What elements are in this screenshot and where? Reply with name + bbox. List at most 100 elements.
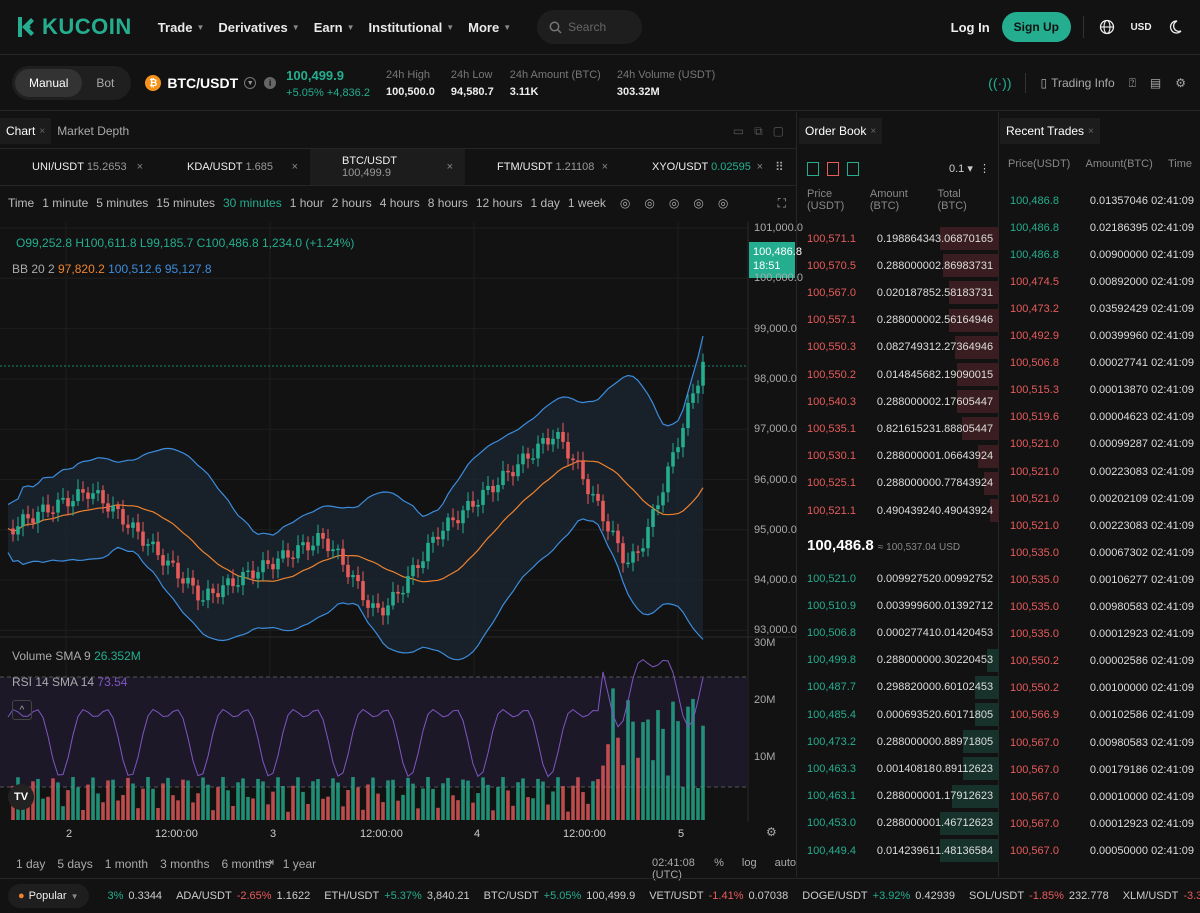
nav-derivatives[interactable]: Derivatives ▼ — [218, 20, 299, 35]
search-input[interactable]: Search — [537, 10, 643, 44]
timeframe-4[interactable]: 30 minutes — [223, 196, 282, 210]
ask-row[interactable]: 100,550.3 0.08274931 2.27364946 — [799, 334, 999, 361]
close-icon[interactable]: × — [292, 161, 298, 173]
nav-institutional[interactable]: Institutional ▼ — [369, 20, 455, 35]
goto-date-icon[interactable]: ⇥ — [264, 855, 274, 869]
close-icon[interactable]: × — [870, 126, 876, 137]
nav-earn[interactable]: Earn ▼ — [314, 20, 355, 35]
fullscreen-icon[interactable]: ⛶ — [778, 196, 786, 211]
layout-icon[interactable]: ▤ — [1150, 76, 1161, 90]
mode-manual[interactable]: Manual — [15, 69, 83, 97]
tab-market-depth[interactable]: Market Depth — [51, 118, 135, 144]
grid-icon[interactable]: ⠿ — [775, 149, 797, 185]
timeframe-7[interactable]: 4 hours — [380, 196, 420, 210]
timeframe-8[interactable]: 8 hours — [428, 196, 468, 210]
bid-row[interactable]: 100,463.3 0.00140818 0.89112623 — [799, 755, 999, 782]
view-bids-icon[interactable] — [847, 162, 859, 176]
timeframe-2[interactable]: 5 minutes — [96, 196, 148, 210]
camera-icon[interactable]: ◎ — [718, 196, 728, 210]
ticker-item[interactable]: DOGE/USDT +3.92% 0.42939 — [802, 890, 955, 902]
ticker-item[interactable]: ADA/USDT -2.65% 1.1622 — [176, 890, 310, 902]
bid-row[interactable]: 100,487.7 0.29882000 0.60102453 — [799, 674, 999, 701]
range-5[interactable]: 1 year — [283, 857, 316, 871]
view-both-icon[interactable] — [807, 162, 819, 176]
pair-selector[interactable]: ₿ BTC/USDT ▼ — [145, 75, 257, 91]
ask-row[interactable]: 100,540.3 0.28800000 2.17605447 — [799, 388, 999, 415]
nav-more[interactable]: More ▼ — [468, 20, 511, 35]
nav-trade[interactable]: Trade ▼ — [158, 20, 205, 35]
list-icon[interactable]: ◎ — [669, 196, 679, 210]
signup-button[interactable]: Sign Up — [1001, 12, 1071, 42]
ticker-item[interactable]: BTC/USDT +5.05% 100,499.9 — [484, 890, 636, 902]
bid-row[interactable]: 100,463.1 0.28800000 1.17912623 — [799, 783, 999, 810]
chevron-down-icon[interactable]: ▼ — [244, 77, 257, 89]
close-icon[interactable]: × — [39, 126, 45, 137]
theme-toggle-icon[interactable] — [1164, 16, 1186, 38]
range-2[interactable]: 1 month — [105, 857, 148, 871]
ticker-item[interactable]: 3% 0.3344 — [103, 890, 163, 902]
symbol-tab-uni[interactable]: UNI/USDT 15.2653 × — [0, 149, 155, 185]
template-icon[interactable]: ◎ — [644, 196, 654, 210]
ask-row[interactable]: 100,571.1 0.19886434 3.06870165 — [799, 225, 999, 252]
ticker-item[interactable]: XLM/USDT-3.39%0.4895 — [1123, 890, 1200, 902]
login-link[interactable]: Log In — [951, 20, 990, 35]
collapse-indicator-icon[interactable]: ^ — [12, 700, 32, 720]
chart-settings-icon[interactable]: ⚙ — [766, 825, 777, 839]
indicator-icon[interactable]: ◎ — [620, 196, 630, 210]
popular-dropdown[interactable]: ● Popular ▼ — [8, 884, 89, 908]
ask-row[interactable]: 100,567.0 0.02018785 2.58183731 — [799, 279, 999, 306]
timeframe-3[interactable]: 15 minutes — [156, 196, 215, 210]
close-icon[interactable]: × — [602, 161, 608, 173]
symbol-tab-btc[interactable]: BTC/USDT 100,499.9 × — [310, 149, 465, 185]
timeframe-9[interactable]: 12 hours — [476, 196, 523, 210]
candlestick-chart[interactable] — [0, 222, 797, 822]
ask-row[interactable]: 100,557.1 0.28800000 2.56164946 — [799, 307, 999, 334]
mode-bot[interactable]: Bot — [82, 69, 128, 97]
bid-row[interactable]: 100,449.4 0.01423961 1.48136584 — [799, 837, 999, 864]
ask-row[interactable]: 100,525.1 0.28800000 0.77843924 — [799, 470, 999, 497]
settings-icon[interactable]: ⚙ — [1175, 76, 1186, 90]
ask-row[interactable]: 100,535.1 0.82161523 1.88805447 — [799, 415, 999, 442]
help-icon[interactable]: ⍰ — [1129, 76, 1136, 91]
range-0[interactable]: 1 day — [16, 857, 45, 871]
timeframe-10[interactable]: 1 day — [531, 196, 560, 210]
ask-row[interactable]: 100,530.1 0.28800000 1.06643924 — [799, 443, 999, 470]
precision-select[interactable]: 0.1 ▾ ⋮ — [949, 162, 990, 175]
bid-row[interactable]: 100,453.0 0.28800000 1.46712623 — [799, 810, 999, 837]
view-asks-icon[interactable] — [827, 162, 839, 176]
symbol-tab-ftm[interactable]: FTM/USDT 1.21108 × — [465, 149, 620, 185]
close-icon[interactable]: × — [447, 161, 453, 173]
tab-order-book[interactable]: Order Book × — [799, 118, 883, 144]
bid-row[interactable]: 100,499.8 0.28800000 0.30220453 — [799, 647, 999, 674]
symbol-tab-xyo[interactable]: XYO/USDT 0.02595 × — [620, 149, 775, 185]
bid-row[interactable]: 100,510.9 0.00399960 0.01392712 — [799, 592, 999, 619]
bid-row[interactable]: 100,521.0 0.00992752 0.00992752 — [799, 565, 999, 592]
ticker-item[interactable]: SOL/USDT -1.85% 232.778 — [969, 890, 1109, 902]
ticker-item[interactable]: ETH/USDT +5.37% 3,840.21 — [324, 890, 469, 902]
close-icon[interactable]: × — [1088, 126, 1094, 137]
range-1[interactable]: 5 days — [57, 857, 92, 871]
range-3[interactable]: 3 months — [160, 857, 209, 871]
popout-icon[interactable]: ⧉ — [754, 124, 763, 139]
timeframe-1[interactable]: 1 minute — [42, 196, 88, 210]
timeframe-6[interactable]: 2 hours — [332, 196, 372, 210]
close-icon[interactable]: × — [757, 161, 763, 173]
ask-row[interactable]: 100,521.1 0.49043924 0.49043924 — [799, 497, 999, 524]
timeframe-11[interactable]: 1 week — [568, 196, 606, 210]
currency-selector[interactable]: USD — [1130, 16, 1152, 38]
ask-row[interactable]: 100,570.5 0.28800000 2.86983731 — [799, 252, 999, 279]
trading-info-link[interactable]: ▯ Trading Info — [1040, 76, 1114, 90]
globe-icon[interactable] — [1096, 16, 1118, 38]
ask-row[interactable]: 100,550.2 0.01484568 2.19090015 — [799, 361, 999, 388]
ticker-item[interactable]: VET/USDT -1.41% 0.07038 — [649, 890, 788, 902]
maximize-icon[interactable]: ▢ — [773, 124, 784, 139]
kucoin-logo[interactable]: KUCOIN — [16, 14, 132, 40]
bid-row[interactable]: 100,506.8 0.00027741 0.01420453 — [799, 619, 999, 646]
info-icon[interactable]: i — [264, 77, 277, 89]
symbol-tab-kda[interactable]: KDA/USDT 1.685 × — [155, 149, 310, 185]
close-icon[interactable]: × — [137, 161, 143, 173]
alert-icon[interactable]: ◎ — [693, 196, 703, 210]
tradingview-logo[interactable]: TV — [8, 784, 34, 810]
timeframe-0[interactable]: Time — [8, 196, 34, 210]
minimize-icon[interactable]: ▭ — [733, 124, 744, 139]
